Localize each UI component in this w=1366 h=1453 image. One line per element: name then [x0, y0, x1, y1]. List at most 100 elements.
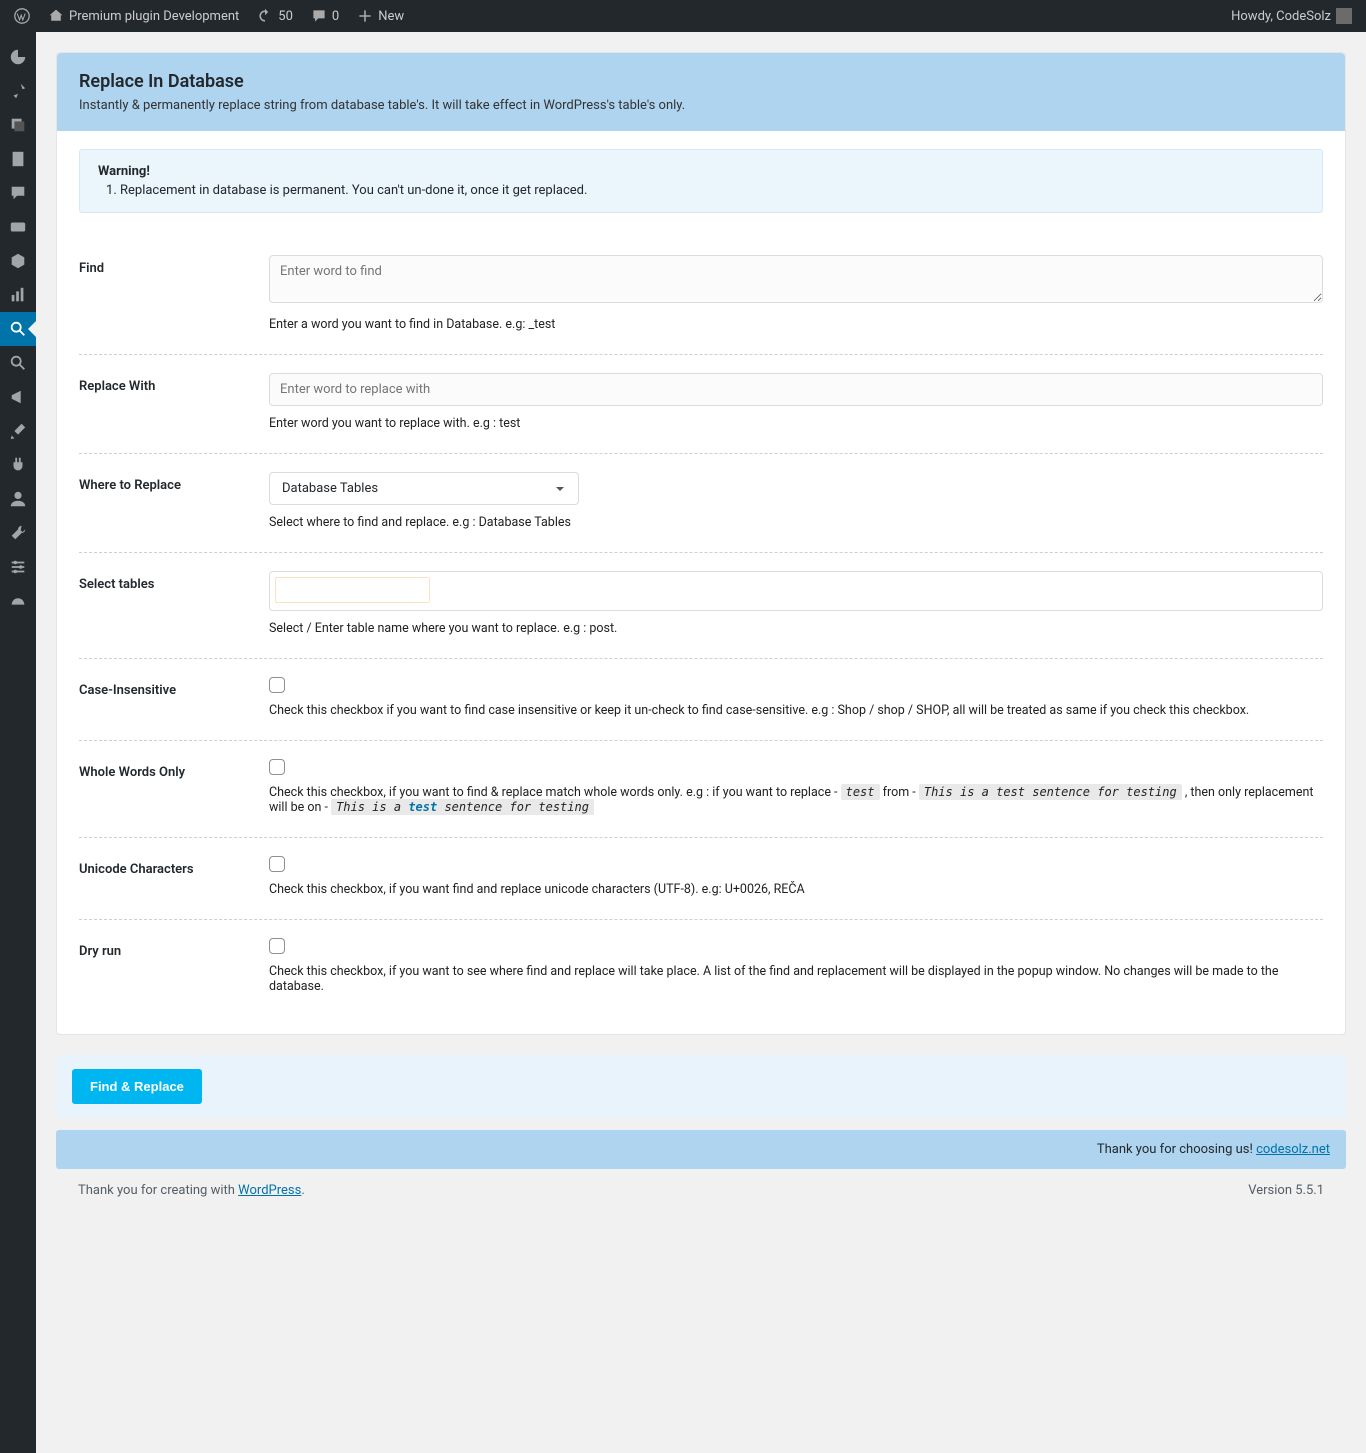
label-whole: Whole Words Only	[79, 759, 269, 815]
comments-count: 0	[332, 9, 339, 24]
dashboard-icon	[9, 48, 27, 66]
chart-icon	[9, 286, 27, 304]
warning-title: Warning!	[98, 164, 1304, 179]
update-icon	[257, 8, 273, 24]
help-tables: Select / Enter table name where you want…	[269, 621, 1323, 636]
thanks-link[interactable]: codesolz.net	[1256, 1142, 1330, 1157]
new-text: New	[378, 9, 404, 24]
footer-text: Thank you for creating with	[78, 1183, 238, 1198]
sidebar-item-search-alt[interactable]	[0, 346, 36, 380]
cube-icon	[9, 252, 27, 270]
row-case: Case-Insensitive Check this checkbox if …	[79, 659, 1323, 741]
find-replace-button[interactable]: Find & Replace	[72, 1069, 202, 1104]
howdy-link[interactable]: Howdy, CodeSolz	[1225, 0, 1358, 32]
site-name-link[interactable]: Premium plugin Development	[42, 0, 245, 32]
sidebar-item-users[interactable]	[0, 482, 36, 516]
page-icon	[9, 150, 27, 168]
footer-wp-link[interactable]: WordPress	[238, 1183, 301, 1198]
home-icon	[48, 8, 64, 24]
comment-icon	[311, 8, 327, 24]
search-icon	[9, 320, 27, 338]
page-subtitle: Instantly & permanently replace string f…	[79, 98, 1323, 113]
row-where: Where to Replace Database Tables Select …	[79, 454, 1323, 553]
sidebar-item-settings[interactable]	[0, 550, 36, 584]
wordpress-icon	[14, 8, 30, 24]
megaphone-icon	[9, 388, 27, 406]
where-selected-text: Database Tables	[282, 481, 378, 496]
sidebar-item-products[interactable]	[0, 244, 36, 278]
tables-tag-input[interactable]	[275, 577, 430, 603]
label-case: Case-Insensitive	[79, 677, 269, 718]
replace-input[interactable]	[269, 373, 1323, 406]
help-unicode: Check this checkbox, if you want find an…	[269, 882, 1323, 897]
updates-link[interactable]: 50	[251, 0, 299, 32]
thanks-text: Thank you for choosing us!	[1097, 1142, 1256, 1157]
admin-sidebar	[0, 32, 36, 1453]
help-whole: Check this checkbox, if you want to find…	[269, 785, 1323, 815]
sliders-icon	[9, 558, 27, 576]
sidebar-item-comments[interactable]	[0, 176, 36, 210]
admin-bar: Premium plugin Development 50 0 New Howd…	[0, 0, 1366, 32]
warning-text: Replacement in database is permanent. Yo…	[120, 183, 1304, 198]
find-input[interactable]	[269, 255, 1323, 303]
sidebar-item-tools[interactable]	[0, 516, 36, 550]
label-find: Find	[79, 255, 269, 332]
woo-icon	[9, 218, 27, 236]
sidebar-item-woo[interactable]	[0, 210, 36, 244]
settings-card: Replace In Database Instantly & permanen…	[56, 52, 1346, 1035]
label-tables: Select tables	[79, 571, 269, 636]
sidebar-item-pwa[interactable]	[0, 584, 36, 618]
help-find: Enter a word you want to find in Databas…	[269, 317, 1323, 332]
footer: Thank you for creating with WordPress. V…	[56, 1169, 1346, 1212]
sidebar-item-search-replace[interactable]	[0, 312, 36, 346]
label-dry: Dry run	[79, 938, 269, 994]
sidebar-item-marketing[interactable]	[0, 380, 36, 414]
label-replace: Replace With	[79, 373, 269, 431]
plug-icon	[9, 456, 27, 474]
thanks-bar: Thank you for choosing us! codesolz.net	[56, 1130, 1346, 1169]
row-unicode: Unicode Characters Check this checkbox, …	[79, 838, 1323, 920]
case-checkbox[interactable]	[269, 677, 285, 693]
dry-checkbox[interactable]	[269, 938, 285, 954]
whole-checkbox[interactable]	[269, 759, 285, 775]
row-tables: Select tables Select / Enter table name …	[79, 553, 1323, 659]
sidebar-item-appearance[interactable]	[0, 414, 36, 448]
plus-icon	[357, 8, 373, 24]
tables-multiselect[interactable]	[269, 571, 1323, 611]
main-content: Replace In Database Instantly & permanen…	[36, 32, 1366, 1453]
help-where: Select where to find and replace. e.g : …	[269, 515, 1323, 530]
row-replace: Replace With Enter word you want to repl…	[79, 355, 1323, 454]
wrench-icon	[9, 524, 27, 542]
where-select[interactable]: Database Tables	[269, 472, 579, 505]
sidebar-item-media[interactable]	[0, 108, 36, 142]
unicode-checkbox[interactable]	[269, 856, 285, 872]
new-link[interactable]: New	[351, 0, 410, 32]
row-dry: Dry run Check this checkbox, if you want…	[79, 920, 1323, 1016]
site-name-text: Premium plugin Development	[69, 9, 239, 24]
wp-logo[interactable]	[8, 0, 36, 32]
label-where: Where to Replace	[79, 472, 269, 530]
footer-version: Version 5.5.1	[1248, 1183, 1324, 1198]
sidebar-item-plugins[interactable]	[0, 448, 36, 482]
pwa-icon	[9, 592, 27, 610]
brush-icon	[9, 422, 27, 440]
sidebar-item-dashboard[interactable]	[0, 40, 36, 74]
avatar	[1336, 8, 1352, 24]
comments-icon	[9, 184, 27, 202]
pin-icon	[9, 82, 27, 100]
media-icon	[9, 116, 27, 134]
comments-link[interactable]: 0	[305, 0, 345, 32]
chevron-down-icon	[554, 483, 566, 495]
row-find: Find Enter a word you want to find in Da…	[79, 237, 1323, 355]
submit-panel: Find & Replace	[56, 1055, 1346, 1118]
howdy-text: Howdy, CodeSolz	[1231, 9, 1331, 24]
page-title: Replace In Database	[79, 71, 1323, 92]
sidebar-item-posts[interactable]	[0, 74, 36, 108]
updates-count: 50	[278, 9, 293, 24]
sidebar-item-pages[interactable]	[0, 142, 36, 176]
help-replace: Enter word you want to replace with. e.g…	[269, 416, 1323, 431]
help-case: Check this checkbox if you want to find …	[269, 703, 1323, 718]
label-unicode: Unicode Characters	[79, 856, 269, 897]
sidebar-item-analytics[interactable]	[0, 278, 36, 312]
card-header: Replace In Database Instantly & permanen…	[57, 53, 1345, 131]
